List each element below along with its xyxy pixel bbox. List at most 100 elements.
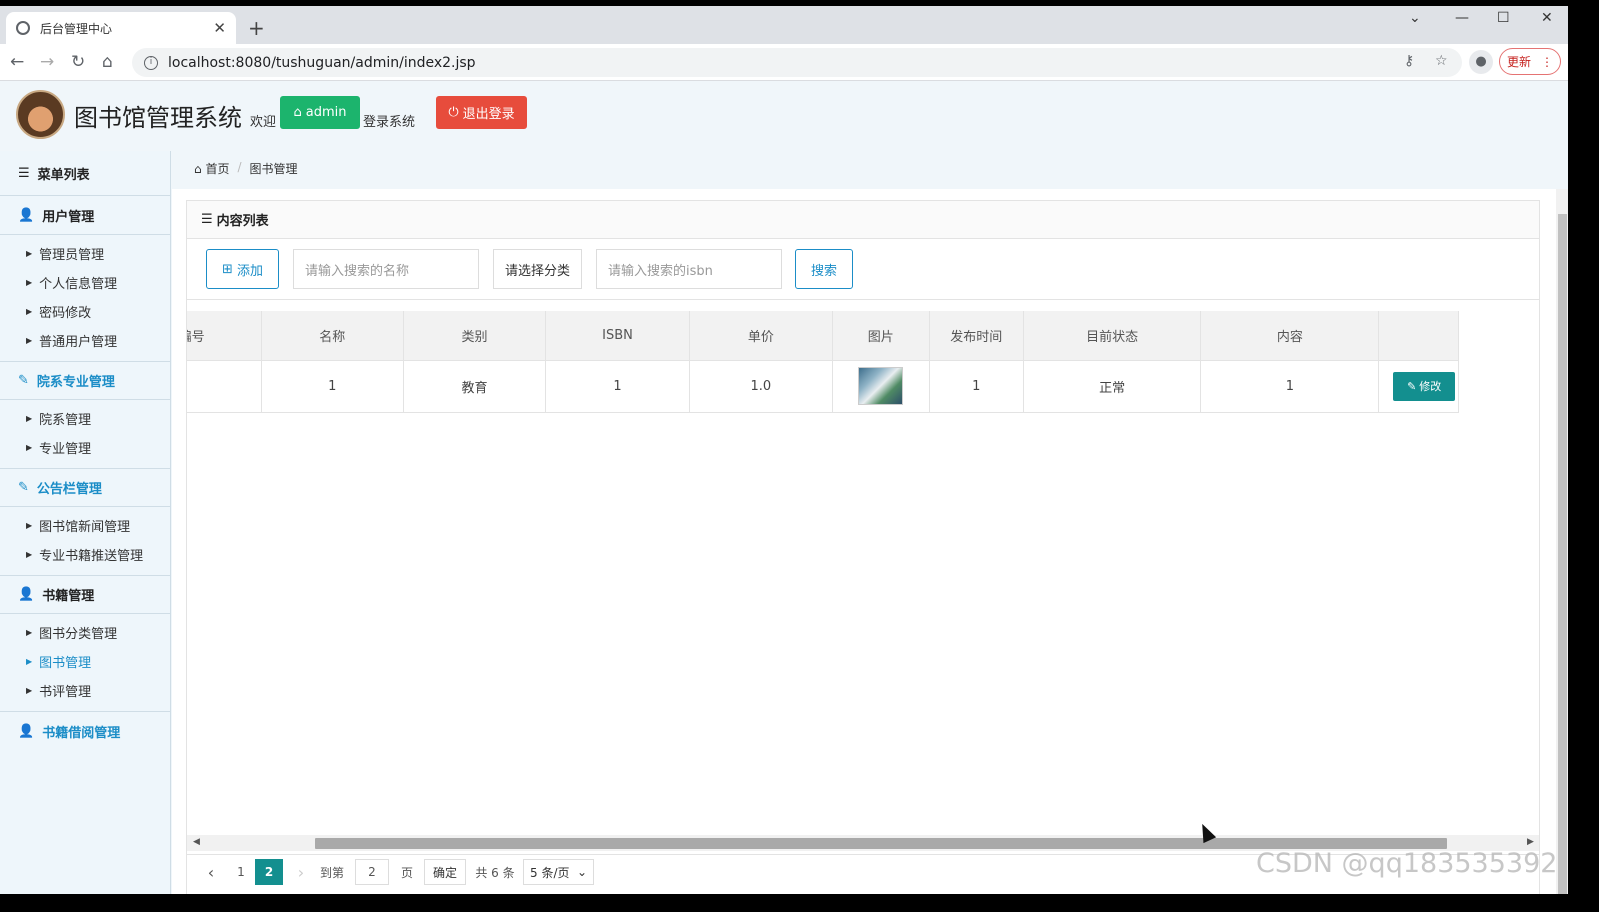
welcome-text: 欢迎 [250,115,277,130]
col-price: 单价 [689,311,833,361]
panel-title: 内容列表 [216,214,269,229]
sidebar-item-admin[interactable]: ▶ 管理员管理 [0,239,170,268]
cell-category: 教育 [403,360,547,413]
panel-header: ☰ 内容列表 [187,201,1539,239]
avatar [16,90,65,139]
page-1[interactable]: 1 [231,859,251,885]
sidebar-items-user: ▶ 管理员管理 ▶ 个人信息管理 ▶ 密码修改 ▶ 普通用户管理 [0,235,170,361]
col-actions [1378,311,1459,361]
new-tab-icon[interactable]: + [248,16,265,40]
sidebar-item-category[interactable]: ▶ 图书分类管理 [0,618,170,647]
breadcrumb-home[interactable]: ⌂ 首页 [194,160,229,177]
sidebar-items-department: ▶ 院系管理 ▶ 专业管理 [0,400,170,468]
edit-icon: ✎ [18,480,29,495]
info-icon[interactable]: i [144,55,158,70]
cell-price: 1.0 [689,360,833,413]
sidebar-item-dept[interactable]: ▶ 院系管理 [0,404,170,433]
page-2-current[interactable]: 2 [255,859,283,885]
logout-button[interactable]: ⏻ 退出登录 [436,96,527,129]
home-icon[interactable]: ⌂ [102,52,113,72]
home-icon: ⌂ [293,105,302,120]
maximize-icon[interactable]: ☐ [1497,10,1510,26]
add-button[interactable]: ⊞ 添加 [206,249,279,289]
chevron-down-icon: ⌄ [576,865,587,879]
edit-icon: ✎ [18,373,29,388]
admin-label: admin [305,105,347,120]
sidebar-group-books[interactable]: 👤 书籍管理 [0,575,170,614]
sidebar-item-recommend[interactable]: ▶ 专业书籍推送管理 [0,540,170,569]
window-close-icon[interactable]: ✕ [1541,10,1553,26]
edit-button[interactable]: ✎ 修改 [1393,371,1456,401]
power-icon: ⏻ [448,105,459,120]
screen: 后台管理中心 ✕ + ⌄ — ☐ ✕ ← → ↻ ⌂ i localhost:8… [0,6,1568,894]
sidebar-item-users[interactable]: ▶ 普通用户管理 [0,326,170,355]
login-system-text: 登录系统 [363,115,416,130]
user-icon: 👤 [18,723,35,739]
goto-page-input[interactable]: 2 [355,859,389,885]
content-box: ☰ 内容列表 ⊞ 添加 请输入搜索的名称 请选择分类 请输入搜索的isbn 搜索… [186,200,1540,894]
reload-icon[interactable]: ↻ [71,52,85,72]
profile-icon[interactable]: ● [1469,50,1493,74]
name-search-input[interactable]: 请输入搜索的名称 [293,249,479,289]
sidebar-item-major[interactable]: ▶ 专业管理 [0,433,170,462]
site-title: 图书馆管理系统 [74,104,242,132]
col-isbn: ISBN [545,311,690,361]
cell-id: 1 [187,360,262,413]
kebab-menu-icon[interactable]: ⋮ [1541,55,1553,69]
scroll-left-icon[interactable]: ◀ [193,837,200,847]
col-publish-time: 发布时间 [929,311,1024,361]
caret-right-icon: ▶ [26,657,33,666]
logout-label: 退出登录 [462,107,515,122]
sidebar-group-borrow[interactable]: 👤 书籍借阅管理 [0,711,170,750]
isbn-search-input[interactable]: 请输入搜索的isbn [596,249,782,289]
forward-icon[interactable]: → [40,52,54,72]
page-size-select[interactable]: 5 条/页 ⌄ [523,859,594,885]
address-bar[interactable]: i localhost:8080/tushuguan/admin/index2.… [132,48,1462,77]
edit-icon: ✎ [1407,379,1417,393]
vertical-scrollbar[interactable] [1556,189,1568,894]
main-panel: ☰ 内容列表 ⊞ 添加 请输入搜索的名称 请选择分类 请输入搜索的isbn 搜索… [172,189,1568,894]
browser-tab[interactable]: 后台管理中心 ✕ [6,12,236,44]
sidebar-item-profile[interactable]: ▶ 个人信息管理 [0,268,170,297]
back-icon[interactable]: ← [10,52,24,72]
star-icon[interactable]: ☆ [1435,53,1448,69]
sidebar-item-news[interactable]: ▶ 图书馆新闻管理 [0,511,170,540]
books-table: 编号 名称 类别 ISBN 单价 图片 发布时间 目前状态 内容 [187,311,1459,413]
book-cover-image[interactable] [858,367,904,405]
confirm-page-button[interactable]: 确定 [424,859,466,885]
breadcrumb-current: 图书管理 [249,162,298,176]
search-button[interactable]: 搜索 [795,249,853,289]
category-select[interactable]: 请选择分类 [493,249,582,289]
caret-right-icon: ▶ [26,550,33,559]
browser-toolbar: ← → ↻ ⌂ i localhost:8080/tushuguan/admin… [0,44,1568,81]
sidebar-items-books: ▶ 图书分类管理 ▶ 图书管理 ▶ 书评管理 [0,614,170,711]
app-header: 图书馆管理系统 欢迎 ⌂ admin 登录系统 ⏻ 退出登录 [0,81,1568,151]
vertical-scrollbar-thumb[interactable] [1558,214,1567,894]
prev-page-icon[interactable]: ‹ [201,859,221,885]
sidebar-group-user[interactable]: 👤 用户管理 [0,196,170,235]
update-button[interactable]: 更新 ⋮ [1499,48,1561,75]
admin-button[interactable]: ⌂ admin [280,96,360,129]
scroll-right-icon[interactable]: ▶ [1527,837,1534,847]
next-page-icon[interactable]: › [291,859,311,885]
sidebar-group-department[interactable]: ✎ 院系专业管理 [0,361,170,400]
caret-right-icon: ▶ [26,628,33,637]
key-icon[interactable]: ⚷ [1404,53,1414,69]
cell-actions: ✎ 修改 [1378,360,1459,413]
sidebar-item-password[interactable]: ▶ 密码修改 [0,297,170,326]
sidebar-item-books-active[interactable]: ▶ 图书管理 [0,647,170,676]
tab-search-icon[interactable]: ⌄ [1409,10,1421,26]
col-status: 目前状态 [1023,311,1202,361]
close-tab-icon[interactable]: ✕ [213,19,226,37]
browser-tabstrip: 后台管理中心 ✕ + ⌄ — ☐ ✕ [0,6,1568,44]
table-container: 编号 名称 类别 ISBN 单价 图片 发布时间 目前状态 内容 [187,311,1539,833]
cell-content: 1 [1200,360,1380,413]
minimize-icon[interactable]: — [1455,10,1469,26]
cell-publish-time: 1 [929,360,1024,413]
sidebar-group-notice[interactable]: ✎ 公告栏管理 [0,468,170,507]
cell-status: 正常 [1023,360,1202,413]
url-text: localhost:8080/tushuguan/admin/index2.js… [168,54,476,71]
update-label: 更新 [1506,55,1531,69]
sidebar-item-reviews[interactable]: ▶ 书评管理 [0,676,170,705]
screen-border [1568,0,1599,912]
